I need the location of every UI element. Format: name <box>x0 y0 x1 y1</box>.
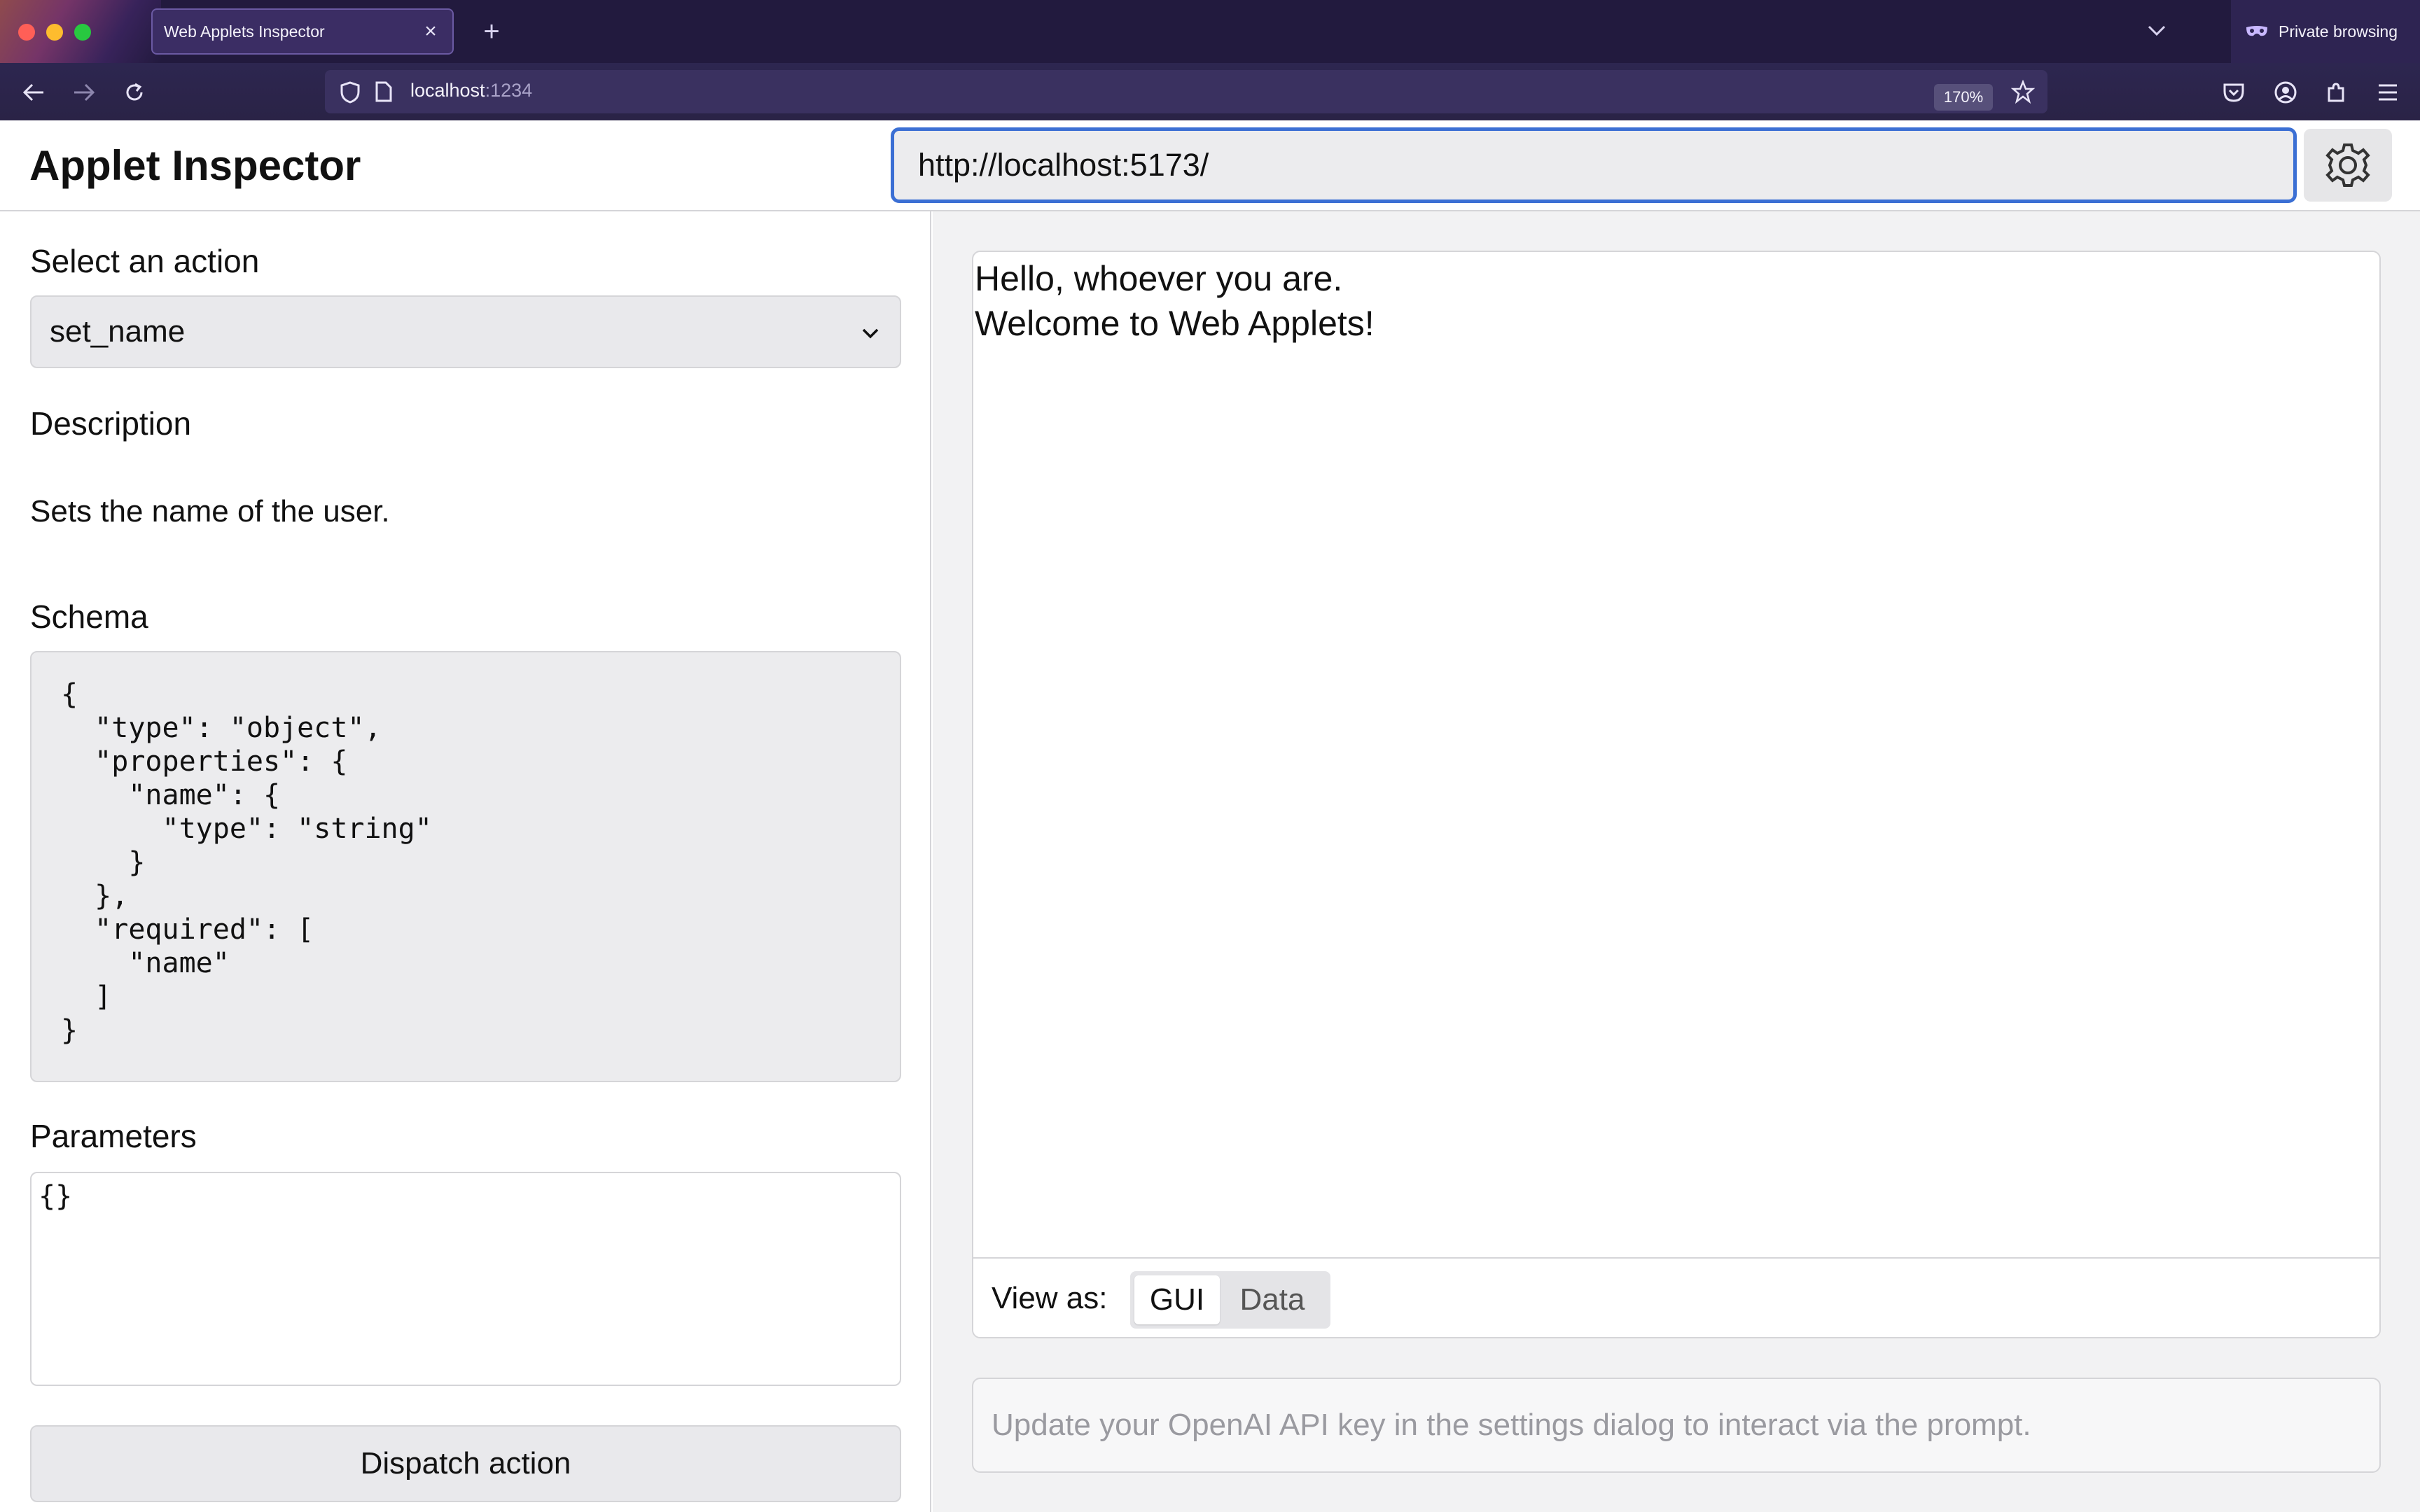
window-minimize-button[interactable] <box>46 24 63 41</box>
browser-tab-bar: Web Applets Inspector × + Private browsi… <box>0 0 2420 63</box>
settings-button[interactable] <box>2304 129 2392 202</box>
window-close-button[interactable] <box>18 24 35 41</box>
private-mask-icon <box>2246 26 2267 36</box>
view-mode-bar: View as: GUI Data <box>973 1257 2379 1337</box>
new-tab-button[interactable]: + <box>476 14 507 49</box>
applet-viewer: Hello, whoever you are. Welcome to Web A… <box>972 251 2381 1338</box>
schema-code: { "type": "object", "properties": { "nam… <box>61 678 432 1046</box>
browser-nav-bar: localhost:1234 170% <box>0 63 2420 120</box>
view-mode-toggle: GUI Data <box>1130 1271 1330 1329</box>
url-host: localhost <box>410 80 485 101</box>
chevron-down-icon <box>862 328 879 339</box>
private-browsing-indicator: Private browsing <box>2231 0 2420 63</box>
pocket-icon[interactable] <box>2218 77 2249 108</box>
applet-preview-panel: Hello, whoever you are. Welcome to Web A… <box>933 211 2420 1512</box>
schema-heading: Schema <box>30 598 148 635</box>
applet-frame[interactable]: Hello, whoever you are. Welcome to Web A… <box>973 252 2379 1257</box>
star-icon[interactable] <box>2011 80 2035 104</box>
back-arrow-icon[interactable] <box>18 77 49 108</box>
browser-tab-active[interactable]: Web Applets Inspector × <box>151 8 454 55</box>
tab-list-chevron-icon[interactable] <box>2143 17 2171 45</box>
prompt-input[interactable]: Update your OpenAI API key in the settin… <box>972 1378 2381 1473</box>
view-gui-button[interactable]: GUI <box>1134 1275 1220 1324</box>
applet-greeting-line: Hello, whoever you are. <box>975 259 1343 298</box>
description-text: Sets the name of the user. <box>30 494 390 528</box>
forward-arrow-icon[interactable] <box>69 77 99 108</box>
zoom-level-badge[interactable]: 170% <box>1934 84 1993 111</box>
action-panel: Select an action set_name Description Se… <box>0 211 931 1512</box>
applet-welcome-line: Welcome to Web Applets! <box>975 304 1375 343</box>
app-header: Applet Inspector http://localhost:5173/ <box>0 120 2420 211</box>
parameters-heading: Parameters <box>30 1118 197 1154</box>
description-heading: Description <box>30 405 192 442</box>
tab-close-icon[interactable]: × <box>419 20 443 43</box>
private-browsing-label: Private browsing <box>2279 22 2398 41</box>
address-bar-url: localhost:1234 <box>410 80 532 102</box>
url-port: :1234 <box>485 80 533 101</box>
action-label: Select an action <box>30 243 260 279</box>
action-select[interactable]: set_name <box>30 295 901 368</box>
page-icon[interactable] <box>375 81 392 102</box>
reload-icon[interactable] <box>119 77 150 108</box>
parameters-textarea[interactable]: {} <box>30 1172 901 1386</box>
applet-url-input[interactable]: http://localhost:5173/ <box>891 127 2297 203</box>
action-select-value: set_name <box>50 314 186 349</box>
view-data-button[interactable]: Data <box>1223 1275 1322 1324</box>
page-title: Applet Inspector <box>29 142 361 189</box>
dispatch-action-button[interactable]: Dispatch action <box>30 1425 901 1502</box>
account-icon[interactable] <box>2270 77 2301 108</box>
view-as-label: View as: <box>992 1281 1108 1315</box>
browser-tab-title: Web Applets Inspector <box>164 22 325 41</box>
gear-icon <box>2325 144 2370 187</box>
menu-icon[interactable] <box>2372 77 2403 108</box>
window-zoom-button[interactable] <box>74 24 91 41</box>
shield-icon[interactable] <box>340 81 360 104</box>
schema-code-block: { "type": "object", "properties": { "nam… <box>30 651 901 1082</box>
browser-address-bar[interactable]: localhost:1234 170% <box>325 70 2047 113</box>
extensions-icon[interactable] <box>2321 77 2351 108</box>
